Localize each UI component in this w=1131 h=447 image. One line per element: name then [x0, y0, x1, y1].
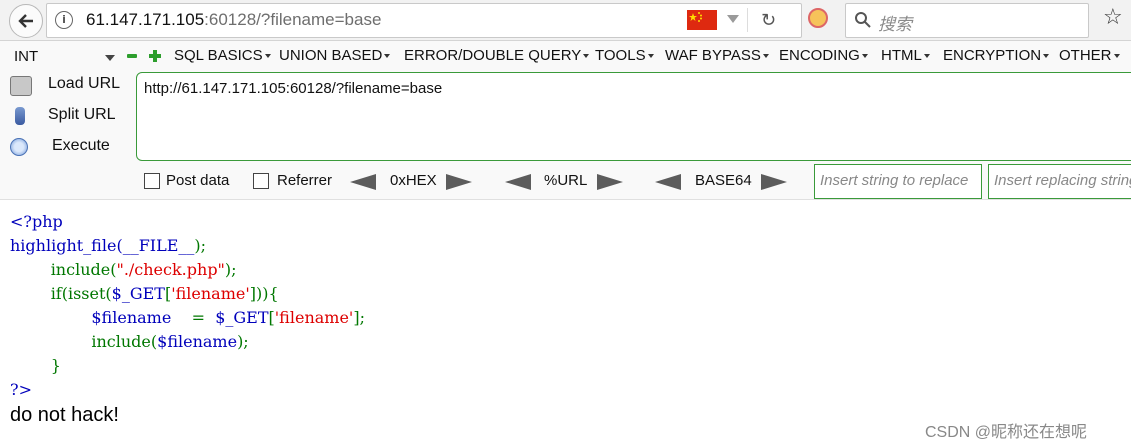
load-url-icon	[10, 76, 32, 96]
address-bar[interactable]: i 61.147.171.105:60128/?filename=base ↻	[46, 3, 802, 38]
hex-encode-arrow-icon[interactable]	[446, 174, 472, 190]
post-data-checkbox[interactable]	[144, 173, 160, 189]
code-token: );	[194, 236, 207, 255]
code-token: if(isset(	[50, 284, 112, 303]
menu-waf-bypass[interactable]: WAF BYPASS	[665, 47, 769, 64]
search-box[interactable]: 搜索	[845, 3, 1089, 38]
url-textarea-value: http://61.147.171.105:60128/?filename=ba…	[144, 80, 443, 97]
int-select-value: INT	[14, 48, 39, 65]
country-flag-icon[interactable]	[687, 10, 717, 30]
code-token: );	[224, 260, 237, 279]
plus-icon[interactable]	[149, 50, 161, 62]
int-select[interactable]: INT	[12, 47, 115, 67]
code-token: highlight_file(	[10, 236, 123, 255]
execute-button[interactable]: Execute	[10, 135, 130, 159]
url-host: 61.147.171.105	[86, 10, 205, 29]
split-url-label: Split URL	[48, 106, 116, 123]
menu-other[interactable]: OTHER	[1059, 47, 1120, 64]
menu-union-based[interactable]: UNION BASED	[279, 47, 390, 64]
code-token: "./check.php"	[116, 260, 225, 279]
code-line-7: }	[50, 356, 61, 375]
code-line-6: include($filename);	[91, 332, 248, 351]
load-url-button[interactable]: Load URL	[10, 73, 130, 97]
url-encode-arrow-icon[interactable]	[597, 174, 623, 190]
hackbar-panel: INT SQL BASICS UNION BASED ERROR/DOUBLE …	[0, 41, 1131, 200]
code-token: include(	[50, 260, 117, 279]
minus-icon[interactable]	[127, 54, 137, 58]
code-token: $_GET	[215, 308, 269, 327]
code-token: ])){	[249, 284, 279, 303]
code-token: ];	[353, 308, 365, 327]
referrer-checkbox[interactable]	[253, 173, 269, 189]
code-line-2: highlight_file(__FILE__);	[10, 236, 206, 255]
base64-encode-arrow-icon[interactable]	[761, 174, 787, 190]
ad-block-icon[interactable]	[808, 8, 828, 28]
execute-label: Execute	[52, 137, 110, 154]
menu-encoding[interactable]: ENCODING	[779, 47, 868, 64]
replace-with-input[interactable]: Insert replacing string	[988, 164, 1131, 199]
url-textarea[interactable]: http://61.147.171.105:60128/?filename=ba…	[136, 72, 1131, 161]
split-url-button[interactable]: Split URL	[10, 104, 130, 128]
url-encode-label: %URL	[544, 172, 588, 189]
menu-error-double-query[interactable]: ERROR/DOUBLE QUERY	[404, 47, 589, 64]
dropdown-arrow-icon[interactable]	[727, 15, 739, 23]
referrer-label: Referrer	[277, 172, 333, 189]
back-button[interactable]	[9, 4, 43, 38]
load-url-label: Load URL	[48, 75, 121, 92]
code-line-4: if(isset($_GET['filename'])){	[51, 284, 279, 303]
code-token: $_GET	[111, 284, 165, 303]
replace-search-placeholder: Insert string to replace	[820, 172, 969, 189]
php-open-tag: <?php	[10, 212, 63, 231]
divider	[747, 8, 748, 32]
code-token: $filename	[91, 308, 172, 327]
info-icon[interactable]: i	[55, 11, 73, 29]
code-token: 'filename'	[171, 284, 250, 303]
hex-label: 0xHEX	[390, 172, 437, 189]
code-token: __FILE__	[122, 236, 195, 255]
code-line-3: include("./check.php");	[51, 260, 237, 279]
base64-label: BASE64	[695, 172, 752, 189]
menu-html[interactable]: HTML	[881, 47, 930, 64]
post-data-label: Post data	[166, 172, 230, 189]
output-message: do not hack!	[10, 404, 119, 426]
code-token: 'filename'	[274, 308, 354, 327]
code-token: =	[191, 308, 206, 327]
code-token: $filename	[157, 332, 238, 351]
php-source-code: <?php highlight_file(__FILE__); include(…	[10, 210, 365, 402]
replace-with-placeholder: Insert replacing string	[994, 172, 1131, 189]
execute-icon	[10, 138, 28, 156]
base64-decode-arrow-icon[interactable]	[655, 174, 681, 190]
php-close-tag: ?>	[10, 380, 32, 399]
chevron-down-icon	[105, 55, 115, 61]
hex-decode-arrow-icon[interactable]	[350, 174, 376, 190]
search-placeholder: 搜索	[878, 15, 912, 34]
csdn-watermark: CSDN @昵称还在想呢	[925, 424, 1088, 441]
url-decode-arrow-icon[interactable]	[505, 174, 531, 190]
menu-tools[interactable]: TOOLS	[595, 47, 654, 64]
address-text[interactable]: 61.147.171.105:60128/?filename=base	[86, 10, 381, 30]
code-token: include(	[91, 332, 158, 351]
url-path: :60128/?filename=base	[204, 10, 382, 29]
menu-sql-basics[interactable]: SQL BASICS	[174, 47, 271, 64]
reload-icon[interactable]: ↻	[761, 11, 776, 29]
browser-toolbar: i 61.147.171.105:60128/?filename=base ↻ …	[0, 0, 1131, 41]
bookmark-star-icon[interactable]: ☆	[1103, 5, 1123, 29]
code-line-5: $filename = $_GET['filename'];	[91, 308, 365, 327]
replace-search-input[interactable]: Insert string to replace	[814, 164, 982, 199]
search-icon	[855, 12, 871, 28]
back-arrow-icon	[18, 14, 33, 28]
split-url-icon	[15, 107, 25, 125]
code-token: );	[237, 332, 249, 351]
menu-encryption[interactable]: ENCRYPTION	[943, 47, 1049, 64]
